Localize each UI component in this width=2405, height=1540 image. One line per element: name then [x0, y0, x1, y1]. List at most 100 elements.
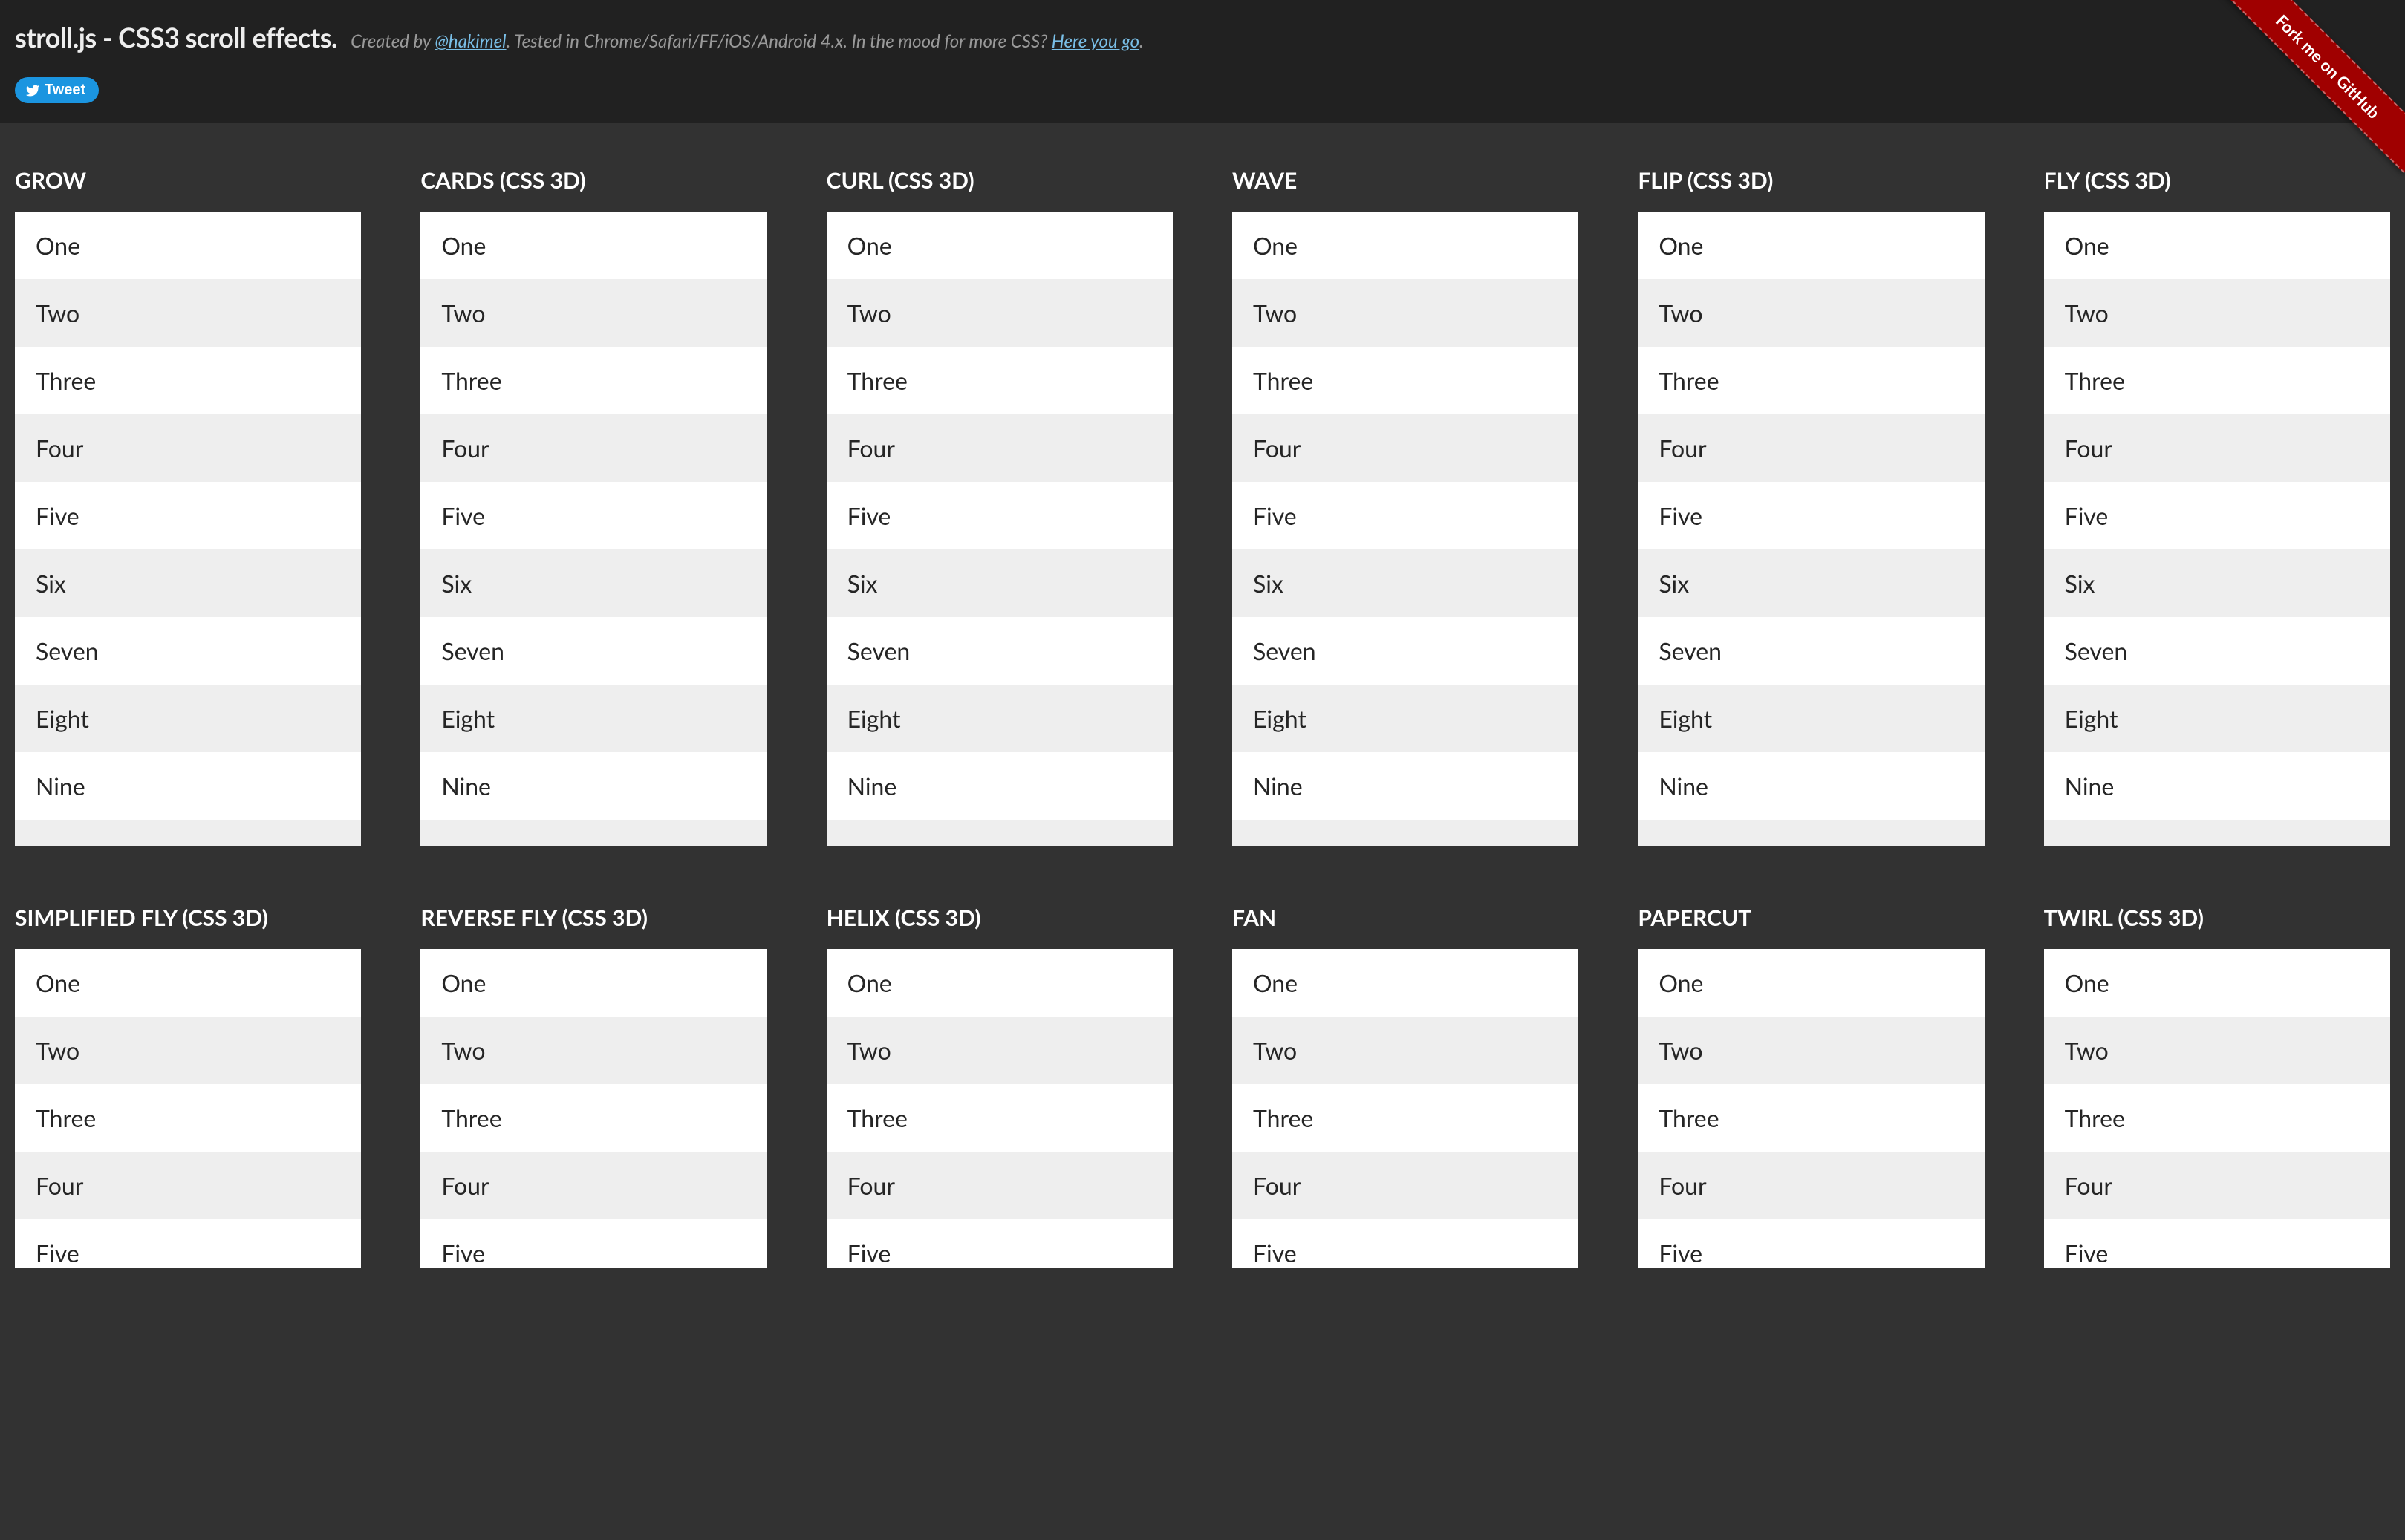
subtitle: Created by @hakimel. Tested in Chrome/Sa… — [351, 30, 1144, 52]
list-item: Ten — [15, 820, 361, 846]
demo-title: REVERSE FLY (CSS 3D) — [420, 904, 767, 931]
list-item: Four — [15, 414, 361, 482]
demo-curl: CURL (CSS 3D) One Two Three Four Five Si… — [827, 167, 1173, 846]
list-item: Two — [2044, 279, 2390, 347]
list-item: One — [2044, 949, 2390, 1017]
list-item: Eight — [1638, 685, 1984, 752]
list-item: Three — [15, 347, 361, 414]
list-item: Ten — [827, 820, 1173, 846]
list-item: One — [420, 949, 767, 1017]
list-item: Four — [1232, 1152, 1578, 1219]
page-header: stroll.js - CSS3 scroll effects. Created… — [0, 0, 2405, 123]
list-item: Seven — [1638, 617, 1984, 685]
subtitle-suffix: . — [1139, 30, 1144, 52]
demo-papercut: PAPERCUT One Two Three Four Five — [1638, 904, 1984, 1268]
list-item: Ten — [2044, 820, 2390, 846]
list-item: One — [827, 212, 1173, 279]
list-item: Nine — [15, 752, 361, 820]
list-item: Two — [2044, 1017, 2390, 1084]
list-item: Two — [1638, 1017, 1984, 1084]
subtitle-mid: . Tested in Chrome/Safari/FF/iOS/Android… — [507, 30, 1052, 52]
list-item: Six — [2044, 549, 2390, 617]
list-item: Four — [15, 1152, 361, 1219]
list-item: Two — [15, 1017, 361, 1084]
list-item: Three — [827, 1084, 1173, 1152]
demo-list-papercut[interactable]: One Two Three Four Five — [1638, 949, 1984, 1268]
list-item: Six — [1232, 549, 1578, 617]
list-item: Nine — [2044, 752, 2390, 820]
tweet-label: Tweet — [45, 82, 85, 99]
demo-list-cards[interactable]: One Two Three Four Five Six Seven Eight … — [420, 212, 767, 846]
list-item: Two — [15, 279, 361, 347]
demo-list-reverse-fly[interactable]: One Two Three Four Five — [420, 949, 767, 1268]
list-item: One — [15, 212, 361, 279]
demo-list-fly[interactable]: One Two Three Four Five Six Seven Eight … — [2044, 212, 2390, 846]
list-item: One — [1232, 949, 1578, 1017]
demo-reverse-fly: REVERSE FLY (CSS 3D) One Two Three Four … — [420, 904, 767, 1268]
demo-list-fan[interactable]: One Two Three Four Five — [1232, 949, 1578, 1268]
list-item: Eight — [15, 685, 361, 752]
list-item: One — [15, 949, 361, 1017]
list-item: Two — [827, 279, 1173, 347]
list-item: Ten — [420, 820, 767, 846]
demo-title: SIMPLIFIED FLY (CSS 3D) — [15, 904, 361, 931]
list-item: One — [420, 212, 767, 279]
demo-list-helix[interactable]: One Two Three Four Five — [827, 949, 1173, 1268]
list-item: Five — [1232, 1219, 1578, 1268]
list-item: Three — [1232, 347, 1578, 414]
page-title: stroll.js - CSS3 scroll effects. — [15, 21, 337, 53]
list-item: Seven — [15, 617, 361, 685]
list-item: Five — [15, 1219, 361, 1268]
list-item: Two — [827, 1017, 1173, 1084]
demo-fan: FAN One Two Three Four Five — [1232, 904, 1578, 1268]
demo-simplified-fly: SIMPLIFIED FLY (CSS 3D) One Two Three Fo… — [15, 904, 361, 1268]
demo-title: FAN — [1232, 904, 1578, 931]
demo-grow: GROW One Two Three Four Five Six Seven E… — [15, 167, 361, 846]
list-item: Seven — [1232, 617, 1578, 685]
list-item: One — [1638, 212, 1984, 279]
list-item: Nine — [827, 752, 1173, 820]
demo-title: FLY (CSS 3D) — [2044, 167, 2390, 194]
author-link[interactable]: @hakimel — [435, 30, 506, 52]
list-item: Five — [1638, 1219, 1984, 1268]
list-item: Five — [15, 482, 361, 549]
list-item: Eight — [2044, 685, 2390, 752]
list-item: Two — [1638, 279, 1984, 347]
demo-cards: CARDS (CSS 3D) One Two Three Four Five S… — [420, 167, 767, 846]
list-item: One — [2044, 212, 2390, 279]
list-item: Four — [2044, 414, 2390, 482]
list-item: Eight — [1232, 685, 1578, 752]
demo-list-curl[interactable]: One Two Three Four Five Six Seven Eight … — [827, 212, 1173, 846]
list-item: Five — [1232, 482, 1578, 549]
more-css-link[interactable]: Here you go — [1052, 30, 1139, 52]
list-item: Three — [2044, 1084, 2390, 1152]
content-area: GROW One Two Three Four Five Six Seven E… — [0, 123, 2405, 1268]
demo-list-grow[interactable]: One Two Three Four Five Six Seven Eight … — [15, 212, 361, 846]
list-item: Ten — [1232, 820, 1578, 846]
list-item: Four — [1232, 414, 1578, 482]
list-item: Five — [1638, 482, 1984, 549]
list-item: Four — [420, 414, 767, 482]
list-item: Six — [15, 549, 361, 617]
list-item: Nine — [1232, 752, 1578, 820]
list-item: Six — [827, 549, 1173, 617]
list-item: Seven — [827, 617, 1173, 685]
list-item: Five — [827, 482, 1173, 549]
list-item: Three — [1232, 1084, 1578, 1152]
list-item: Five — [420, 1219, 767, 1268]
list-item: Two — [420, 1017, 767, 1084]
list-item: Nine — [1638, 752, 1984, 820]
tweet-button[interactable]: Tweet — [15, 77, 99, 103]
list-item: Five — [2044, 482, 2390, 549]
list-item: Three — [420, 1084, 767, 1152]
demo-list-twirl[interactable]: One Two Three Four Five — [2044, 949, 2390, 1268]
list-item: Four — [827, 1152, 1173, 1219]
list-item: Four — [1638, 1152, 1984, 1219]
demo-list-simplified-fly[interactable]: One Two Three Four Five — [15, 949, 361, 1268]
demo-list-flip[interactable]: One Two Three Four Five Six Seven Eight … — [1638, 212, 1984, 846]
demo-grid: GROW One Two Three Four Five Six Seven E… — [15, 167, 2390, 1268]
demo-list-wave[interactable]: One Two Three Four Five Six Seven Eight … — [1232, 212, 1578, 846]
list-item: One — [1638, 949, 1984, 1017]
list-item: Four — [1638, 414, 1984, 482]
list-item: Ten — [1638, 820, 1984, 846]
